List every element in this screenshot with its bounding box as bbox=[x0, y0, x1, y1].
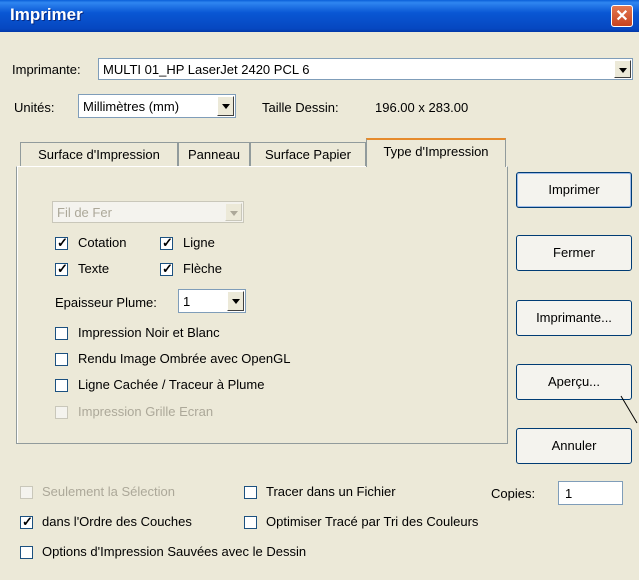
tab-label: Surface Papier bbox=[265, 147, 351, 162]
window-title: Imprimer bbox=[10, 5, 83, 24]
copies-label: Copies: bbox=[491, 486, 536, 501]
ligne-label: Ligne bbox=[183, 235, 215, 250]
render-mode-value: Fil de Fer bbox=[57, 205, 112, 220]
tab-label: Surface d'Impression bbox=[38, 147, 160, 162]
cancel-button-label: Annuler bbox=[551, 438, 597, 453]
print-button-label: Imprimer bbox=[548, 182, 600, 197]
units-select[interactable]: Millimètres (mm) bbox=[78, 94, 236, 118]
printer-label: Imprimante: bbox=[12, 62, 81, 77]
pen-thickness-value: 1 bbox=[183, 294, 191, 309]
chevron-down-icon[interactable] bbox=[614, 60, 631, 78]
texte-label: Texte bbox=[78, 261, 110, 276]
pen-thickness-label: Epaisseur Plume: bbox=[55, 295, 157, 310]
check-icon: ✓ bbox=[162, 235, 173, 250]
ligne-checkbox[interactable]: ✓ bbox=[160, 235, 173, 250]
opengl-checkbox[interactable] bbox=[55, 353, 68, 366]
texte-checkbox[interactable]: ✓ bbox=[55, 261, 68, 276]
chevron-down-icon[interactable] bbox=[217, 96, 234, 116]
hidden-line-checkbox[interactable] bbox=[55, 379, 68, 392]
screen-grid-checkbox bbox=[55, 406, 68, 419]
selection-only-checkbox bbox=[20, 486, 33, 499]
fleche-checkbox[interactable]: ✓ bbox=[160, 261, 173, 276]
tab-surface-papier[interactable]: Surface Papier bbox=[250, 142, 366, 166]
cotation-checkbox[interactable]: ✓ bbox=[55, 235, 68, 250]
layer-order-checkbox[interactable]: ✓ bbox=[20, 514, 33, 529]
save-options-checkbox[interactable] bbox=[20, 546, 33, 559]
optimize-checkbox[interactable] bbox=[244, 516, 257, 529]
cancel-button[interactable]: Annuler bbox=[516, 428, 632, 464]
save-options-label: Options d'Impression Sauvées avec le Des… bbox=[42, 544, 307, 559]
chevron-down-icon bbox=[225, 203, 242, 221]
preview-button-label: Aperçu... bbox=[547, 374, 601, 389]
check-icon: ✓ bbox=[22, 514, 33, 529]
check-icon: ✓ bbox=[162, 261, 173, 276]
tab-label: Panneau bbox=[187, 147, 241, 162]
printer-setup-button[interactable]: Imprimante... bbox=[516, 300, 632, 336]
printer-value: MULTI 01_HP LaserJet 2420 PCL 6 bbox=[103, 62, 310, 77]
printer-setup-label: Imprimante... bbox=[536, 310, 612, 325]
units-value: Millimètres (mm) bbox=[83, 99, 180, 114]
print-button[interactable]: Imprimer bbox=[516, 172, 632, 208]
close-icon[interactable]: ✕ bbox=[611, 5, 633, 27]
cotation-label: Cotation bbox=[78, 235, 127, 250]
tab-panneau[interactable]: Panneau bbox=[178, 142, 250, 166]
close-button[interactable]: Fermer bbox=[516, 235, 632, 271]
render-mode-select: Fil de Fer bbox=[52, 201, 244, 223]
hidden-line-label: Ligne Cachée / Traceur à Plume bbox=[78, 377, 265, 392]
screen-grid-label: Impression Grille Ecran bbox=[78, 404, 214, 419]
check-icon: ✓ bbox=[57, 235, 68, 250]
print-dialog: Imprimer ✕ Imprimante: MULTI 01_HP Laser… bbox=[0, 0, 639, 580]
fleche-label: Flèche bbox=[183, 261, 223, 276]
tab-label: Type d'Impression bbox=[383, 144, 489, 159]
black-white-label: Impression Noir et Blanc bbox=[78, 325, 220, 340]
optimize-label: Optimiser Tracé par Tri des Couleurs bbox=[266, 514, 479, 529]
tab-type-impression[interactable]: Type d'Impression bbox=[366, 138, 506, 167]
print-to-file-checkbox[interactable] bbox=[244, 486, 257, 499]
copies-input[interactable]: 1 bbox=[558, 481, 623, 505]
close-button-label: Fermer bbox=[553, 245, 595, 260]
drawing-size-label: Taille Dessin: bbox=[262, 100, 339, 115]
black-white-checkbox[interactable] bbox=[55, 327, 68, 340]
chevron-down-icon[interactable] bbox=[227, 291, 244, 311]
opengl-label: Rendu Image Ombrée avec OpenGL bbox=[78, 351, 291, 366]
check-icon: ✓ bbox=[57, 261, 68, 276]
cursor-line bbox=[620, 395, 638, 424]
copies-value: 1 bbox=[565, 486, 573, 501]
units-label: Unités: bbox=[14, 100, 55, 115]
preview-button[interactable]: Aperçu... bbox=[516, 364, 632, 400]
tab-surface-impression[interactable]: Surface d'Impression bbox=[20, 142, 178, 166]
title-bar[interactable]: Imprimer ✕ bbox=[0, 0, 639, 32]
selection-only-label: Seulement la Sélection bbox=[42, 484, 175, 499]
print-to-file-label: Tracer dans un Fichier bbox=[266, 484, 396, 499]
drawing-size-value: 196.00 x 283.00 bbox=[375, 100, 469, 115]
printer-select[interactable]: MULTI 01_HP LaserJet 2420 PCL 6 bbox=[98, 58, 633, 80]
layer-order-label: dans l'Ordre des Couches bbox=[42, 514, 192, 529]
pen-thickness-select[interactable]: 1 bbox=[178, 289, 246, 313]
